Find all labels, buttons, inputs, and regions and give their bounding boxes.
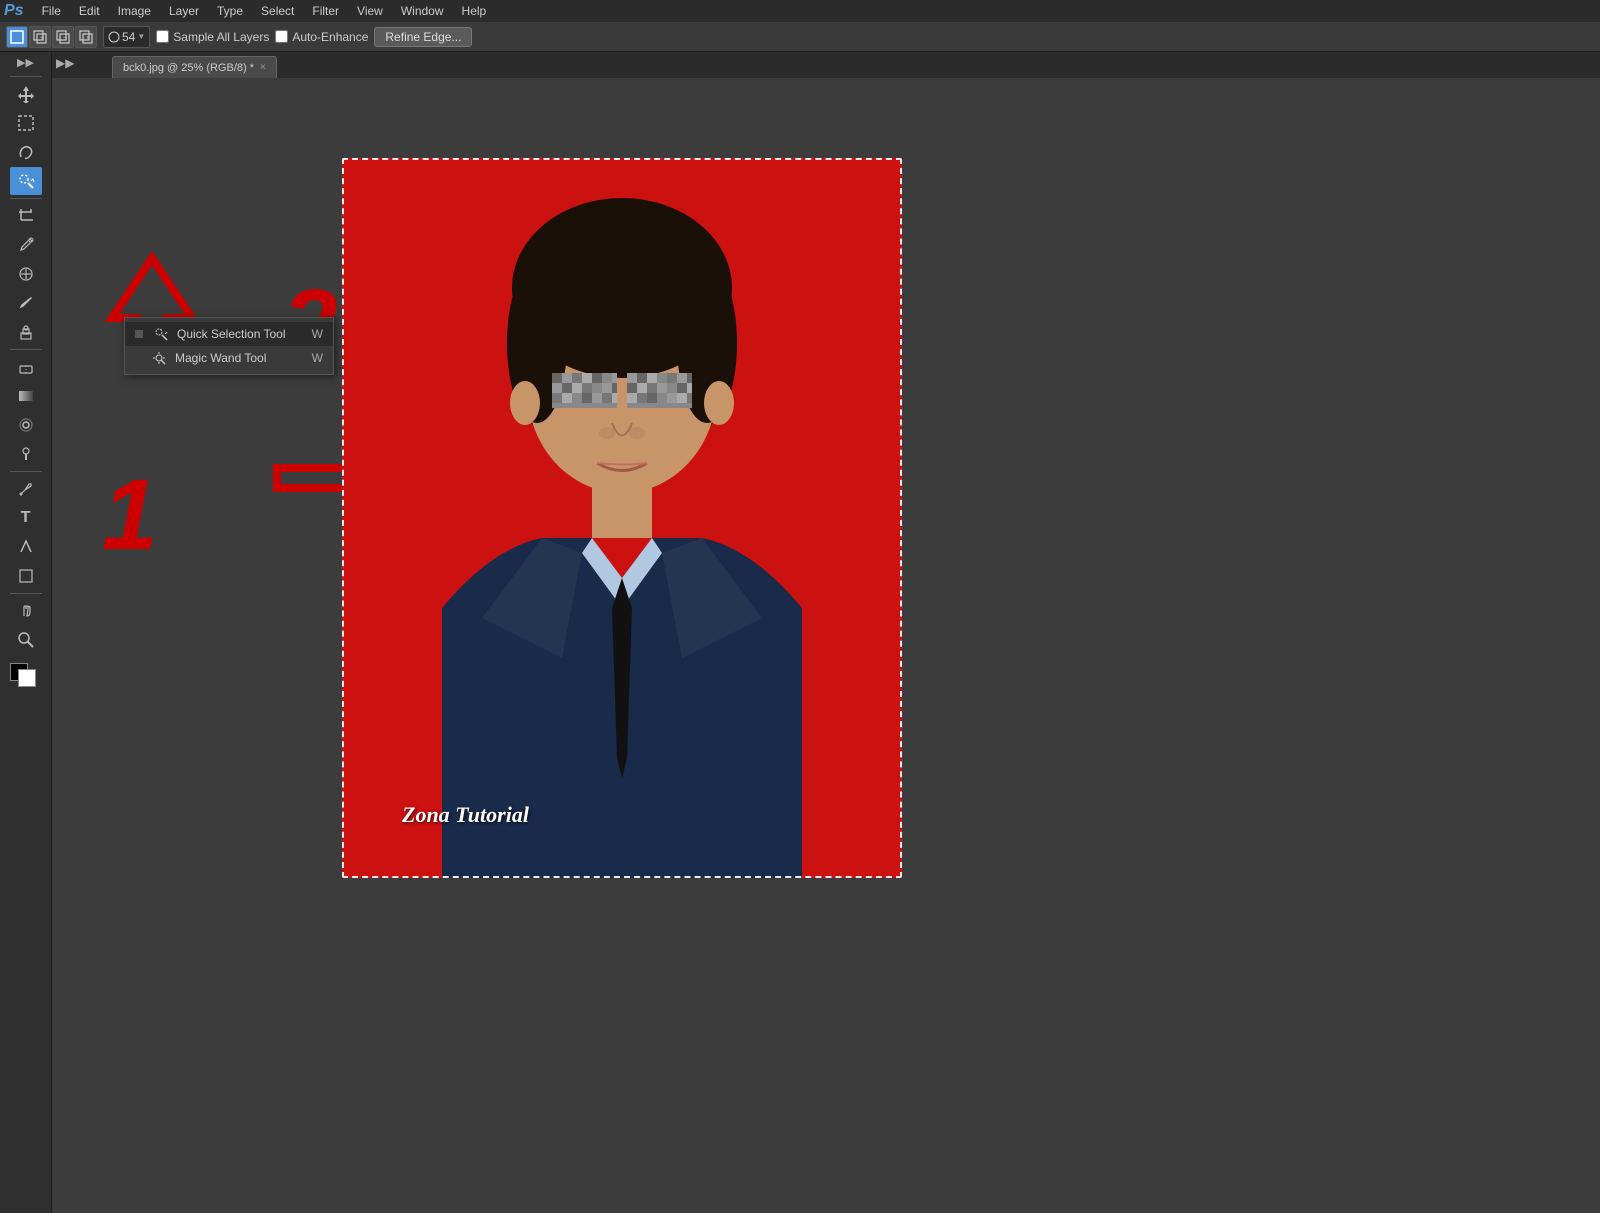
svg-text:−: − (63, 35, 67, 42)
auto-enhance-label: Auto-Enhance (275, 30, 368, 44)
new-selection-btn[interactable] (6, 26, 28, 48)
toolbar-expand[interactable]: ▶▶ (17, 56, 34, 69)
quick-selection-shortcut: W (312, 327, 323, 341)
gradient-tool-btn[interactable] (10, 382, 42, 410)
photo-background: Zona Tutorial (342, 158, 902, 878)
lasso-tool-btn[interactable] (10, 138, 42, 166)
add-selection-btn[interactable]: + (29, 26, 51, 48)
eyedropper-tool-btn[interactable] (10, 231, 42, 259)
path-selection-tool-btn[interactable] (10, 533, 42, 561)
left-toolbar: ▶▶ (0, 52, 52, 1213)
menu-select[interactable]: Select (253, 2, 302, 20)
eraser-tool-btn[interactable] (10, 353, 42, 381)
active-indicator (135, 330, 143, 338)
menu-view[interactable]: View (349, 2, 391, 20)
menu-image[interactable]: Image (110, 2, 159, 20)
menu-window[interactable]: Window (393, 2, 452, 20)
svg-text:×: × (86, 35, 90, 42)
brush-tool-btn[interactable] (10, 289, 42, 317)
document-tab-close[interactable]: × (260, 62, 266, 73)
menu-filter[interactable]: Filter (304, 2, 347, 20)
dodge-tool-btn[interactable] (10, 440, 42, 468)
healing-brush-tool-btn[interactable] (10, 260, 42, 288)
blur-tool-btn[interactable] (10, 411, 42, 439)
separator-5 (10, 593, 42, 594)
separator-2 (10, 198, 42, 199)
tool-popup: Quick Selection Tool W Magic Wand Tool (124, 317, 334, 375)
canvas-area: ▶▶ bck0.jpg @ 25% (RGB/8) * × 1 (52, 52, 1600, 1213)
brush-size-control[interactable]: 54 ▼ (103, 26, 150, 48)
shape-tool-btn[interactable] (10, 562, 42, 590)
zoom-tool-btn[interactable] (10, 626, 42, 654)
watermark-text: Zona Tutorial (402, 802, 529, 828)
menu-bar: Ps File Edit Image Layer Type Select Fil… (0, 0, 1600, 22)
intersect-selection-btn[interactable]: × (75, 26, 97, 48)
quick-selection-icon (153, 326, 169, 342)
brush-icon (108, 31, 120, 43)
text-tool-btn[interactable]: T (10, 504, 42, 532)
refine-edge-button[interactable]: Refine Edge... (374, 27, 472, 47)
photo-canvas: Zona Tutorial (342, 158, 902, 878)
auto-enhance-checkbox[interactable] (275, 30, 288, 43)
stamp-tool-btn[interactable] (10, 318, 42, 346)
document-tab[interactable]: bck0.jpg @ 25% (RGB/8) * × (112, 56, 277, 78)
panel-expand-btn[interactable]: ▶▶ (56, 56, 74, 70)
magic-wand-shortcut: W (312, 351, 323, 365)
quick-selection-label: Quick Selection Tool (177, 327, 286, 341)
magic-wand-icon (151, 350, 167, 366)
separator-4 (10, 471, 42, 472)
separator-3 (10, 349, 42, 350)
marquee-tool-btn[interactable] (10, 109, 42, 137)
move-tool-btn[interactable] (10, 80, 42, 108)
canvas-wrapper: 1 2 (52, 78, 1600, 1213)
options-bar: + − × 54 ▼ Sample All Layers (0, 22, 1600, 52)
magic-wand-tool-item[interactable]: Magic Wand Tool W (125, 346, 333, 370)
menu-layer[interactable]: Layer (161, 2, 207, 20)
quick-selection-tool-item[interactable]: Quick Selection Tool W (125, 322, 333, 346)
sample-all-layers-checkbox[interactable] (156, 30, 169, 43)
quick-selection-tool-btn[interactable] (10, 167, 42, 195)
sample-all-layers-label: Sample All Layers (156, 30, 269, 44)
subtract-selection-btn[interactable]: − (52, 26, 74, 48)
crop-tool-btn[interactable] (10, 202, 42, 230)
brush-size-value: 54 (122, 30, 135, 44)
pen-tool-btn[interactable] (10, 475, 42, 503)
brush-mode-group: + − × (6, 26, 97, 48)
background-color[interactable] (18, 669, 36, 687)
color-boxes (10, 663, 42, 693)
menu-help[interactable]: Help (454, 2, 495, 20)
document-tab-name: bck0.jpg @ 25% (RGB/8) * (123, 62, 254, 74)
separator-1 (10, 76, 42, 77)
tab-bar: ▶▶ bck0.jpg @ 25% (RGB/8) * × (52, 52, 1600, 78)
menu-type[interactable]: Type (209, 2, 251, 20)
person-figure (342, 158, 902, 878)
brush-size-dropdown-arrow[interactable]: ▼ (137, 32, 145, 41)
menu-edit[interactable]: Edit (71, 2, 108, 20)
menu-file[interactable]: File (34, 2, 69, 20)
annotation-number-1: 1 (102, 458, 158, 573)
hand-tool-btn[interactable] (10, 597, 42, 625)
svg-text:+: + (40, 35, 44, 42)
magic-wand-label: Magic Wand Tool (175, 351, 266, 365)
text-icon: T (21, 509, 31, 527)
main-layout: ▶▶ (0, 52, 1600, 1213)
ps-logo: Ps (4, 2, 24, 20)
